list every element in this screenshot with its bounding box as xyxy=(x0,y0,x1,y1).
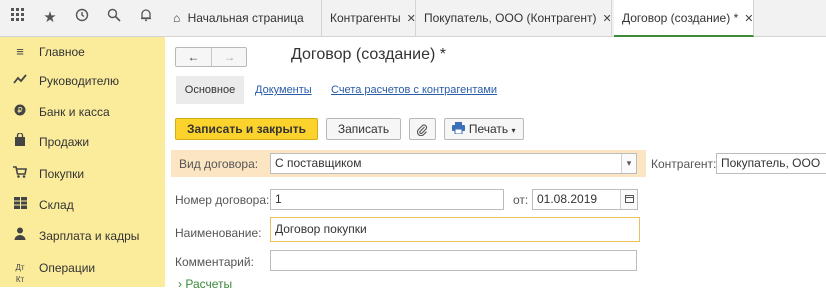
back-button[interactable]: ← xyxy=(176,48,212,66)
close-icon[interactable]: ✕ xyxy=(603,13,612,25)
save-and-close-button[interactable]: Записать и закрыть xyxy=(175,118,318,140)
grid-icon[interactable] xyxy=(8,8,28,28)
tab-contract[interactable]: Договор (создание) * ✕ xyxy=(614,0,754,37)
section-main[interactable]: Основное xyxy=(176,76,244,104)
sidebar-item-payroll[interactable]: Зарплата и кадры xyxy=(0,221,165,251)
save-button[interactable]: Записать xyxy=(326,118,401,140)
print-label: Печать xyxy=(468,122,509,136)
sidebar-item-label: Операции xyxy=(39,261,96,275)
top-toolbar: ★ xyxy=(0,0,165,37)
cart-icon xyxy=(12,159,28,189)
contract-type-label: Вид договора: xyxy=(179,157,259,171)
tab-label: Контрагенты xyxy=(330,11,401,25)
trend-icon xyxy=(12,66,28,96)
name-label: Наименование: xyxy=(175,226,262,240)
chevron-down-icon: ▾ xyxy=(511,126,516,135)
nav-buttons: ← → xyxy=(175,47,247,67)
paperclip-icon xyxy=(416,122,428,137)
print-button[interactable]: Печать ▾ xyxy=(444,118,524,140)
bag-icon xyxy=(12,127,28,157)
tab-bar: ⌂ Начальная страница Контрагенты ✕ Покупа… xyxy=(165,0,826,37)
number-label: Номер договора: xyxy=(175,193,270,207)
tab-label: Начальная страница xyxy=(187,11,304,25)
sidebar-item-label: Банк и касса xyxy=(39,105,110,119)
tab-label: Договор (создание) * xyxy=(622,11,739,25)
attach-button[interactable] xyxy=(409,118,436,140)
sidebar-item-sales[interactable]: Продажи xyxy=(0,127,165,157)
name-input[interactable]: Договор покупки xyxy=(270,217,640,242)
history-icon[interactable] xyxy=(72,8,92,28)
forward-button[interactable]: → xyxy=(212,48,247,66)
tab-label: Покупатель, ООО (Контрагент) xyxy=(424,11,597,25)
counterparty-field[interactable]: Покупатель, ООО xyxy=(716,153,826,174)
warehouse-icon xyxy=(12,190,28,220)
sidebar-item-main[interactable]: ≡ Главное xyxy=(0,37,165,67)
date-label: от: xyxy=(513,193,529,207)
sidebar-item-label: Продажи xyxy=(39,135,90,149)
date-value: 01.08.2019 xyxy=(537,192,598,206)
printer-icon xyxy=(452,122,468,136)
section-documents-link[interactable]: Документы xyxy=(255,84,312,96)
page-title: Договор (создание) * xyxy=(291,46,446,63)
counterparty-label: Контрагент: xyxy=(651,157,717,171)
sidebar-item-label: Склад xyxy=(39,198,74,212)
bell-icon[interactable] xyxy=(136,8,156,28)
contract-type-value: С поставщиком xyxy=(275,156,362,170)
bank-icon: ₽ xyxy=(12,97,28,127)
tab-buyer[interactable]: Покупатель, ООО (Контрагент) ✕ xyxy=(416,0,612,36)
sidebar-item-label: Покупки xyxy=(39,167,85,181)
search-icon[interactable] xyxy=(104,8,124,28)
sidebar-item-bank[interactable]: ₽ Банк и касса xyxy=(0,97,165,127)
person-icon xyxy=(12,221,28,251)
svg-text:₽: ₽ xyxy=(17,106,22,115)
tab-counterparties[interactable]: Контрагенты ✕ xyxy=(322,0,416,36)
settlements-link[interactable]: › Расчеты xyxy=(178,277,232,291)
comment-label: Комментарий: xyxy=(175,255,254,269)
close-icon[interactable]: ✕ xyxy=(407,13,416,25)
section-accounts-link[interactable]: Счета расчетов с контрагентами xyxy=(331,84,497,96)
calendar-icon[interactable] xyxy=(620,190,637,209)
close-icon[interactable]: ✕ xyxy=(744,13,753,25)
sidebar-item-label: Зарплата и кадры xyxy=(39,229,140,243)
date-input[interactable]: 01.08.2019 xyxy=(532,189,638,210)
comment-input[interactable] xyxy=(270,250,637,271)
star-icon[interactable]: ★ xyxy=(40,8,60,28)
operations-icon: Дт Кт xyxy=(15,263,25,284)
settlements-label: Расчеты xyxy=(185,277,233,291)
sidebar-item-purchases[interactable]: Покупки xyxy=(0,159,165,189)
chevron-right-icon: › xyxy=(178,277,182,291)
tab-home[interactable]: ⌂ Начальная страница xyxy=(165,0,322,36)
menu-icon: ≡ xyxy=(16,44,24,59)
home-icon: ⌂ xyxy=(173,11,181,25)
sidebar: ≡ Главное Руководителю ₽ Банк и касса Пр… xyxy=(0,37,165,287)
contract-type-select[interactable]: С поставщиком ▾ xyxy=(270,153,637,174)
dropdown-icon[interactable]: ▾ xyxy=(621,154,636,173)
number-input[interactable]: 1 xyxy=(270,189,504,210)
sidebar-item-operations[interactable]: Дт Кт Операции xyxy=(0,253,165,284)
sidebar-item-warehouse[interactable]: Склад xyxy=(0,190,165,220)
sidebar-item-label: Руководителю xyxy=(39,74,120,88)
sidebar-item-management[interactable]: Руководителю xyxy=(0,66,165,96)
sidebar-item-label: Главное xyxy=(39,45,85,59)
